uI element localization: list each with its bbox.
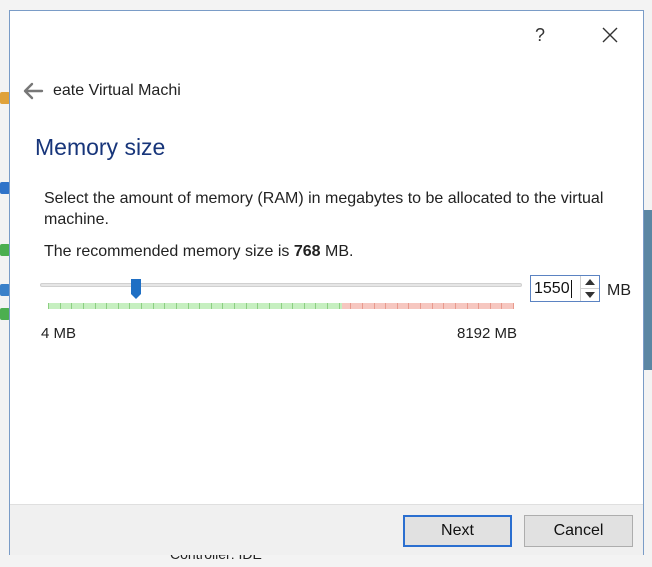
warning-memory-zone (342, 303, 514, 309)
slider-min-label: 4 MB (41, 325, 77, 342)
unit-label: MB (607, 282, 631, 299)
close-button[interactable] (590, 21, 630, 49)
wizard-title: eate Virtual Machi (53, 82, 181, 99)
triangle-up-icon (585, 279, 595, 285)
page-title: Memory size (35, 134, 166, 160)
text-caret (571, 280, 572, 298)
dialog-footer: Next Cancel (10, 504, 643, 555)
memory-size-spinbox[interactable]: 1550 (530, 275, 600, 302)
slider-max-label: 8192 MB (457, 325, 518, 342)
spin-arrows (580, 276, 599, 301)
memory-size-input[interactable]: 1550 (534, 280, 570, 298)
recommend-suffix: MB. (320, 243, 354, 260)
memory-slider[interactable] (40, 279, 522, 315)
close-icon (602, 27, 618, 43)
arrow-left-icon (23, 82, 44, 100)
slider-scale (48, 303, 514, 309)
spin-up-button[interactable] (581, 276, 599, 288)
recommended-size-text: The recommended memory size is 768 MB. (44, 243, 353, 261)
cancel-button[interactable]: Cancel (524, 515, 633, 547)
slider-track (40, 283, 522, 287)
background-app-top (0, 0, 652, 10)
safe-memory-zone (48, 303, 342, 309)
spin-down-button[interactable] (581, 288, 599, 301)
next-button[interactable]: Next (403, 515, 512, 547)
background-app-preview (644, 210, 652, 370)
back-button[interactable] (22, 81, 44, 101)
background-app-bottom (0, 555, 652, 567)
slider-thumb[interactable] (131, 279, 141, 299)
recommended-value: 768 (293, 243, 321, 260)
description-text: Select the amount of memory (RAM) in meg… (44, 190, 604, 228)
help-button[interactable]: ? (520, 21, 560, 49)
create-vm-dialog: ? eate Virtual Machi Memory size Select … (9, 10, 644, 555)
triangle-down-icon (585, 292, 595, 298)
recommend-prefix: The recommended memory size is (44, 243, 294, 260)
